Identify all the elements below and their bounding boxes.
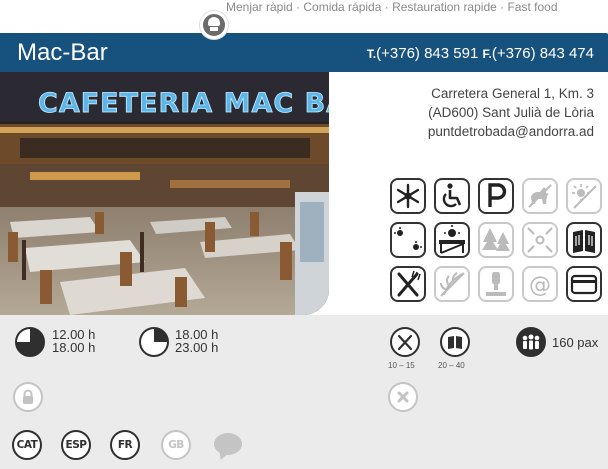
chef-hat-icon (200, 11, 228, 39)
language-gb-badge: GB (161, 430, 191, 460)
cutlery-icon (390, 266, 426, 302)
language-fr-badge: FR (110, 430, 140, 460)
vending-icon (478, 266, 514, 302)
group-icon (516, 327, 546, 357)
capacity-text: 160 pax (552, 335, 599, 350)
email-icon: @ (522, 266, 558, 302)
credit-card-icon (566, 266, 602, 302)
venue-photo: CAFETERIA MAC BAR (0, 72, 329, 315)
tel-number[interactable]: (+376) 843 591 (376, 45, 478, 62)
parking-icon (478, 178, 514, 214)
price-sep: – (449, 361, 454, 370)
terrace-icon (434, 222, 470, 258)
category-bar: Menjar ràpid · Comida rápida · Restaurat… (200, 0, 608, 39)
svg-text:@: @ (529, 273, 551, 298)
wheelchair-icon (434, 178, 470, 214)
menu-book-icon (440, 327, 470, 357)
opening-hours-1: 12.00 h 18.00 h (52, 328, 96, 355)
address-postal: (AD600) Sant Julià de Lòria (428, 105, 594, 120)
opening-hours-2: 18.00 h 23.00 h (175, 328, 219, 355)
air-conditioning-icon (390, 178, 426, 214)
menu-price-range: 20 – 40 (438, 361, 465, 370)
speech-bubble-icon (214, 433, 242, 455)
fullscreen-icon (522, 222, 558, 258)
price-min: 10 (388, 361, 397, 370)
tel-label: T. (366, 47, 377, 61)
hours-close: 18.00 h (52, 339, 96, 355)
venue-name: Mac-Bar (17, 39, 108, 66)
garden-icon (478, 222, 514, 258)
price-max: 15 (405, 361, 415, 370)
contact-phones: T.(+376) 843 591 F.(+376) 843 474 (367, 45, 594, 63)
cutlery-icon (390, 327, 420, 357)
menu-book-icon (566, 222, 602, 258)
carta-price-range: 10 – 15 (388, 361, 415, 370)
vegetarian-icon (434, 266, 470, 302)
category-text: Menjar ràpid · Comida rápida · Restaurat… (226, 0, 558, 14)
price-max: 40 (455, 361, 465, 370)
address-line: Carretera General 1, Km. 3 (431, 86, 594, 101)
fax-label: F. (482, 47, 492, 61)
cafeteria-sign: CAFETERIA MAC BAR (38, 88, 329, 119)
hours-close: 23.00 h (175, 339, 219, 355)
venue-header: Mac-Bar T.(+376) 843 591 F.(+376) 843 47… (0, 33, 608, 72)
heating-icon (566, 178, 602, 214)
lock-icon (13, 382, 43, 412)
fax-number: (+376) 843 474 (491, 45, 594, 62)
lighting-icon (390, 222, 426, 258)
email-link[interactable]: puntdetrobada@andorra.ad (428, 122, 594, 141)
language-cat-badge: CAT (12, 430, 42, 460)
close-icon[interactable] (388, 382, 418, 412)
language-esp-badge: ESP (61, 430, 91, 460)
pets-icon (522, 178, 558, 214)
price-min: 20 (438, 361, 447, 370)
clock-icon (139, 327, 169, 357)
venue-address: Carretera General 1, Km. 3 (AD600) Sant … (428, 84, 594, 141)
info-panel: 12.00 h 18.00 h 18.00 h 23.00 h 10 – 15 … (0, 315, 608, 469)
price-sep: – (399, 361, 404, 370)
clock-icon (15, 327, 45, 357)
